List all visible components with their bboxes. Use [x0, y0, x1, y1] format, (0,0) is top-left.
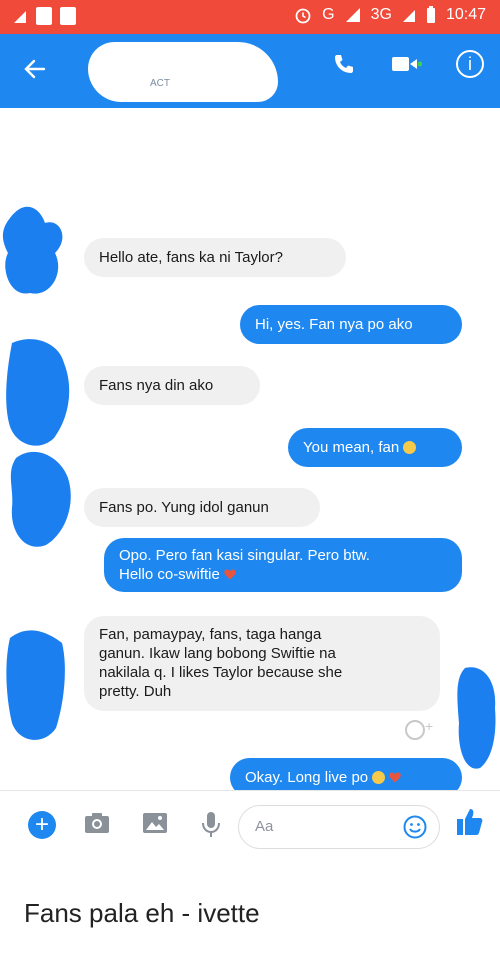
outgoing-message[interactable]: Opo. Pero fan kasi singular. Pero btw. H…: [104, 538, 462, 592]
smiley-emoji-icon: [372, 771, 386, 784]
message-line: Opo. Pero fan kasi singular. Pero btw.: [119, 547, 370, 564]
camera-icon[interactable]: [84, 811, 110, 835]
message-list[interactable]: Hello ate, fans ka ni Taylor? Hi, yes. F…: [0, 108, 500, 806]
arrow-left-icon[interactable]: [22, 56, 48, 82]
gallery-icon[interactable]: [142, 811, 168, 835]
phone-icon[interactable]: [330, 50, 358, 78]
redacted-avatar-3: [10, 451, 71, 547]
message-line: pretty. Duh: [99, 683, 172, 700]
incoming-message[interactable]: Hello ate, fans ka ni Taylor?: [84, 238, 346, 277]
alarm-icon: [295, 8, 311, 24]
caption-text: Fans pala eh - ivette: [24, 898, 260, 928]
message-input[interactable]: Aa: [238, 805, 440, 849]
signal-icon-2: [402, 10, 415, 22]
message-text: Okay. Long live po: [245, 769, 369, 786]
composer-toolbar: + Aa: [0, 790, 500, 861]
message-line: ganun. Ikaw lang bobong Swiftie na: [99, 645, 336, 662]
plus-icon[interactable]: +: [28, 811, 56, 839]
emoji-icon[interactable]: [403, 815, 427, 839]
smiley-emoji-icon: [403, 441, 417, 454]
message-input-placeholder: Aa: [255, 818, 274, 835]
redacted-avatar-4: [6, 630, 65, 740]
notification-plus-icon: [36, 7, 52, 25]
notification-image-icon: [60, 7, 76, 25]
microphone-icon[interactable]: [200, 811, 222, 839]
redacted-contact-name[interactable]: [88, 42, 278, 102]
heart-emoji-icon: [224, 569, 236, 580]
clock: 10:47: [445, 6, 486, 23]
incoming-message[interactable]: Fan, pamaypay, fans, taga hanga ganun. I…: [84, 616, 440, 711]
status-right: G 3G 10:47: [294, 6, 486, 24]
incoming-message[interactable]: Fans nya din ako: [84, 366, 260, 405]
redacted-avatar-1: [2, 206, 63, 294]
notification-icons: [12, 7, 76, 25]
status-bar: G 3G 10:47: [0, 0, 500, 34]
heart-emoji-icon: [389, 772, 401, 783]
contact-status: ACT: [150, 78, 170, 89]
outgoing-message[interactable]: You mean, fan: [288, 428, 462, 467]
message-text: You mean, fan: [303, 439, 400, 456]
incoming-message[interactable]: Fans po. Yung idol ganun: [84, 488, 320, 527]
info-icon[interactable]: i: [456, 50, 484, 78]
redacted-avatar-5: [457, 667, 496, 769]
video-camera-icon[interactable]: [392, 50, 422, 78]
network-label: G: [322, 6, 335, 23]
message-line: Fan, pamaypay, fans, taga hanga: [99, 626, 322, 643]
conversation-header: ACT i: [0, 34, 500, 108]
signal-icon: [345, 8, 360, 22]
message-line: Hello co-swiftie: [119, 566, 220, 583]
add-reaction-icon[interactable]: [405, 720, 425, 740]
signal-bars-icon: [14, 11, 26, 23]
network-3g-label: 3G: [370, 6, 392, 23]
add-reaction-plus-icon: +: [425, 718, 434, 734]
battery-icon: [426, 6, 435, 23]
redacted-avatar-2: [6, 339, 70, 446]
message-line: nakilala q. I likes Taylor because she: [99, 664, 343, 681]
thumbs-up-icon[interactable]: [456, 807, 484, 837]
outgoing-message[interactable]: Hi, yes. Fan nya po ako: [240, 305, 462, 344]
